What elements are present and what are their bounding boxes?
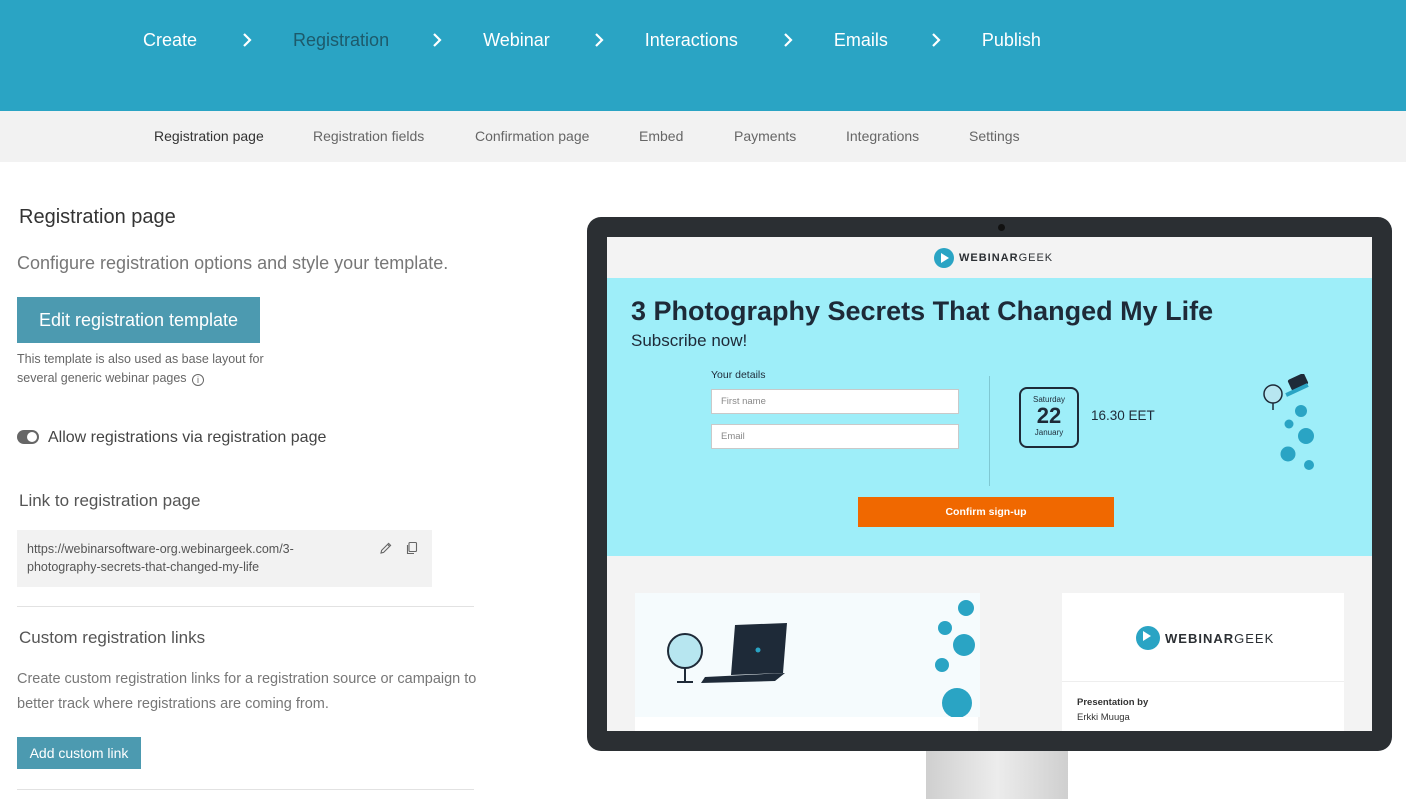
link-section-title: Link to registration page [19, 491, 201, 510]
chevron-right-icon [593, 28, 605, 52]
chevron-right-icon [241, 28, 253, 52]
template-preview: WEBINARGEEK 3 Photography Secrets That C… [607, 237, 1372, 731]
tab-embed[interactable]: Embed [639, 128, 683, 144]
preview-title: 3 Photography Secrets That Changed My Li… [631, 296, 1214, 326]
webinar-illustration-icon [1263, 374, 1314, 470]
webinargeek-logo: WEBINARGEEK [934, 248, 1053, 268]
copy-icon[interactable] [405, 541, 419, 555]
calendar-date: 22 [1036, 403, 1062, 428]
registration-link-url[interactable]: https://webinarsoftware-org.webinargeek.… [27, 540, 347, 576]
logo-text-light: GEEK [1234, 630, 1275, 646]
top-step-bar: Create Registration Webinar Interactions… [0, 0, 1406, 111]
card-divider [1062, 681, 1344, 682]
sub-nav: Registration page Registration fields Co… [0, 111, 1406, 162]
chevron-right-icon [782, 28, 794, 52]
step-create[interactable]: Create [143, 28, 197, 52]
monitor-stand [926, 751, 1068, 799]
custom-links-description: Create custom registration links for a r… [17, 671, 477, 712]
webinar-time: 16.30 EET [1091, 408, 1155, 423]
tab-confirmation-page[interactable]: Confirmation page [475, 128, 589, 144]
preview-divider [989, 376, 990, 486]
info-icon[interactable]: i [192, 374, 205, 386]
page-title: Registration page [19, 206, 176, 228]
chevron-right-icon [930, 28, 942, 52]
tab-integrations[interactable]: Integrations [846, 128, 919, 144]
presenter-card: WEBINARGEEK Presentation by Erkki Muuga [1062, 593, 1344, 731]
step-emails[interactable]: Emails [834, 28, 888, 52]
tab-settings[interactable]: Settings [969, 128, 1020, 144]
add-custom-link-button[interactable]: Add custom link [17, 737, 141, 769]
presenter-name: Erkki Muuga [1077, 712, 1130, 723]
tab-registration-fields[interactable]: Registration fields [313, 128, 424, 144]
logo-text-bold: WEBINAR [959, 252, 1019, 264]
allow-registrations-toggle[interactable] [17, 430, 39, 444]
confirm-signup-button: Confirm sign-up [858, 497, 1114, 527]
section-divider [17, 789, 474, 790]
template-note: This template is also used as base layou… [17, 350, 297, 388]
monitor-camera [998, 224, 1005, 231]
your-details-label: Your details [711, 369, 766, 381]
email-field: Email [711, 424, 959, 449]
preview-hero: 3 Photography Secrets That Changed My Li… [607, 278, 1372, 556]
custom-links-title: Custom registration links [19, 628, 206, 647]
step-publish[interactable]: Publish [982, 28, 1041, 52]
step-interactions[interactable]: Interactions [645, 28, 738, 52]
calendar-month: January [1034, 428, 1064, 437]
tab-payments[interactable]: Payments [734, 128, 796, 144]
step-webinar[interactable]: Webinar [483, 28, 550, 52]
template-note-text: This template is also used as base layou… [17, 352, 264, 385]
preview-logo-bar: WEBINARGEEK [607, 237, 1372, 278]
tab-registration-page[interactable]: Registration page [154, 128, 264, 144]
presentation-by-label: Presentation by [1077, 697, 1149, 708]
pencil-icon[interactable] [379, 541, 393, 555]
section-divider [17, 606, 474, 607]
edit-registration-template-button[interactable]: Edit registration template [17, 297, 260, 343]
logo-text-bold: WEBINAR [1165, 630, 1235, 646]
first-name-field: First name [711, 389, 959, 414]
laptop-microphone-illustration [667, 600, 975, 718]
page-subtitle: Configure registration options and style… [17, 253, 449, 273]
preview-subtitle: Subscribe now! [631, 331, 748, 350]
webinargeek-logo: WEBINARGEEK [1136, 626, 1274, 650]
preview-image-card [635, 593, 980, 731]
step-registration[interactable]: Registration [293, 28, 389, 52]
step-nav: Create Registration Webinar Interactions… [143, 28, 1041, 52]
logo-play-icon [934, 248, 954, 268]
logo-play-icon [1136, 626, 1160, 650]
chevron-right-icon [431, 28, 443, 52]
allow-registrations-label: Allow registrations via registration pag… [48, 429, 327, 446]
calendar-icon: Saturday 22 January [1019, 387, 1079, 448]
logo-text-light: GEEK [1018, 252, 1054, 264]
registration-link-box: https://webinarsoftware-org.webinargeek.… [17, 530, 432, 587]
